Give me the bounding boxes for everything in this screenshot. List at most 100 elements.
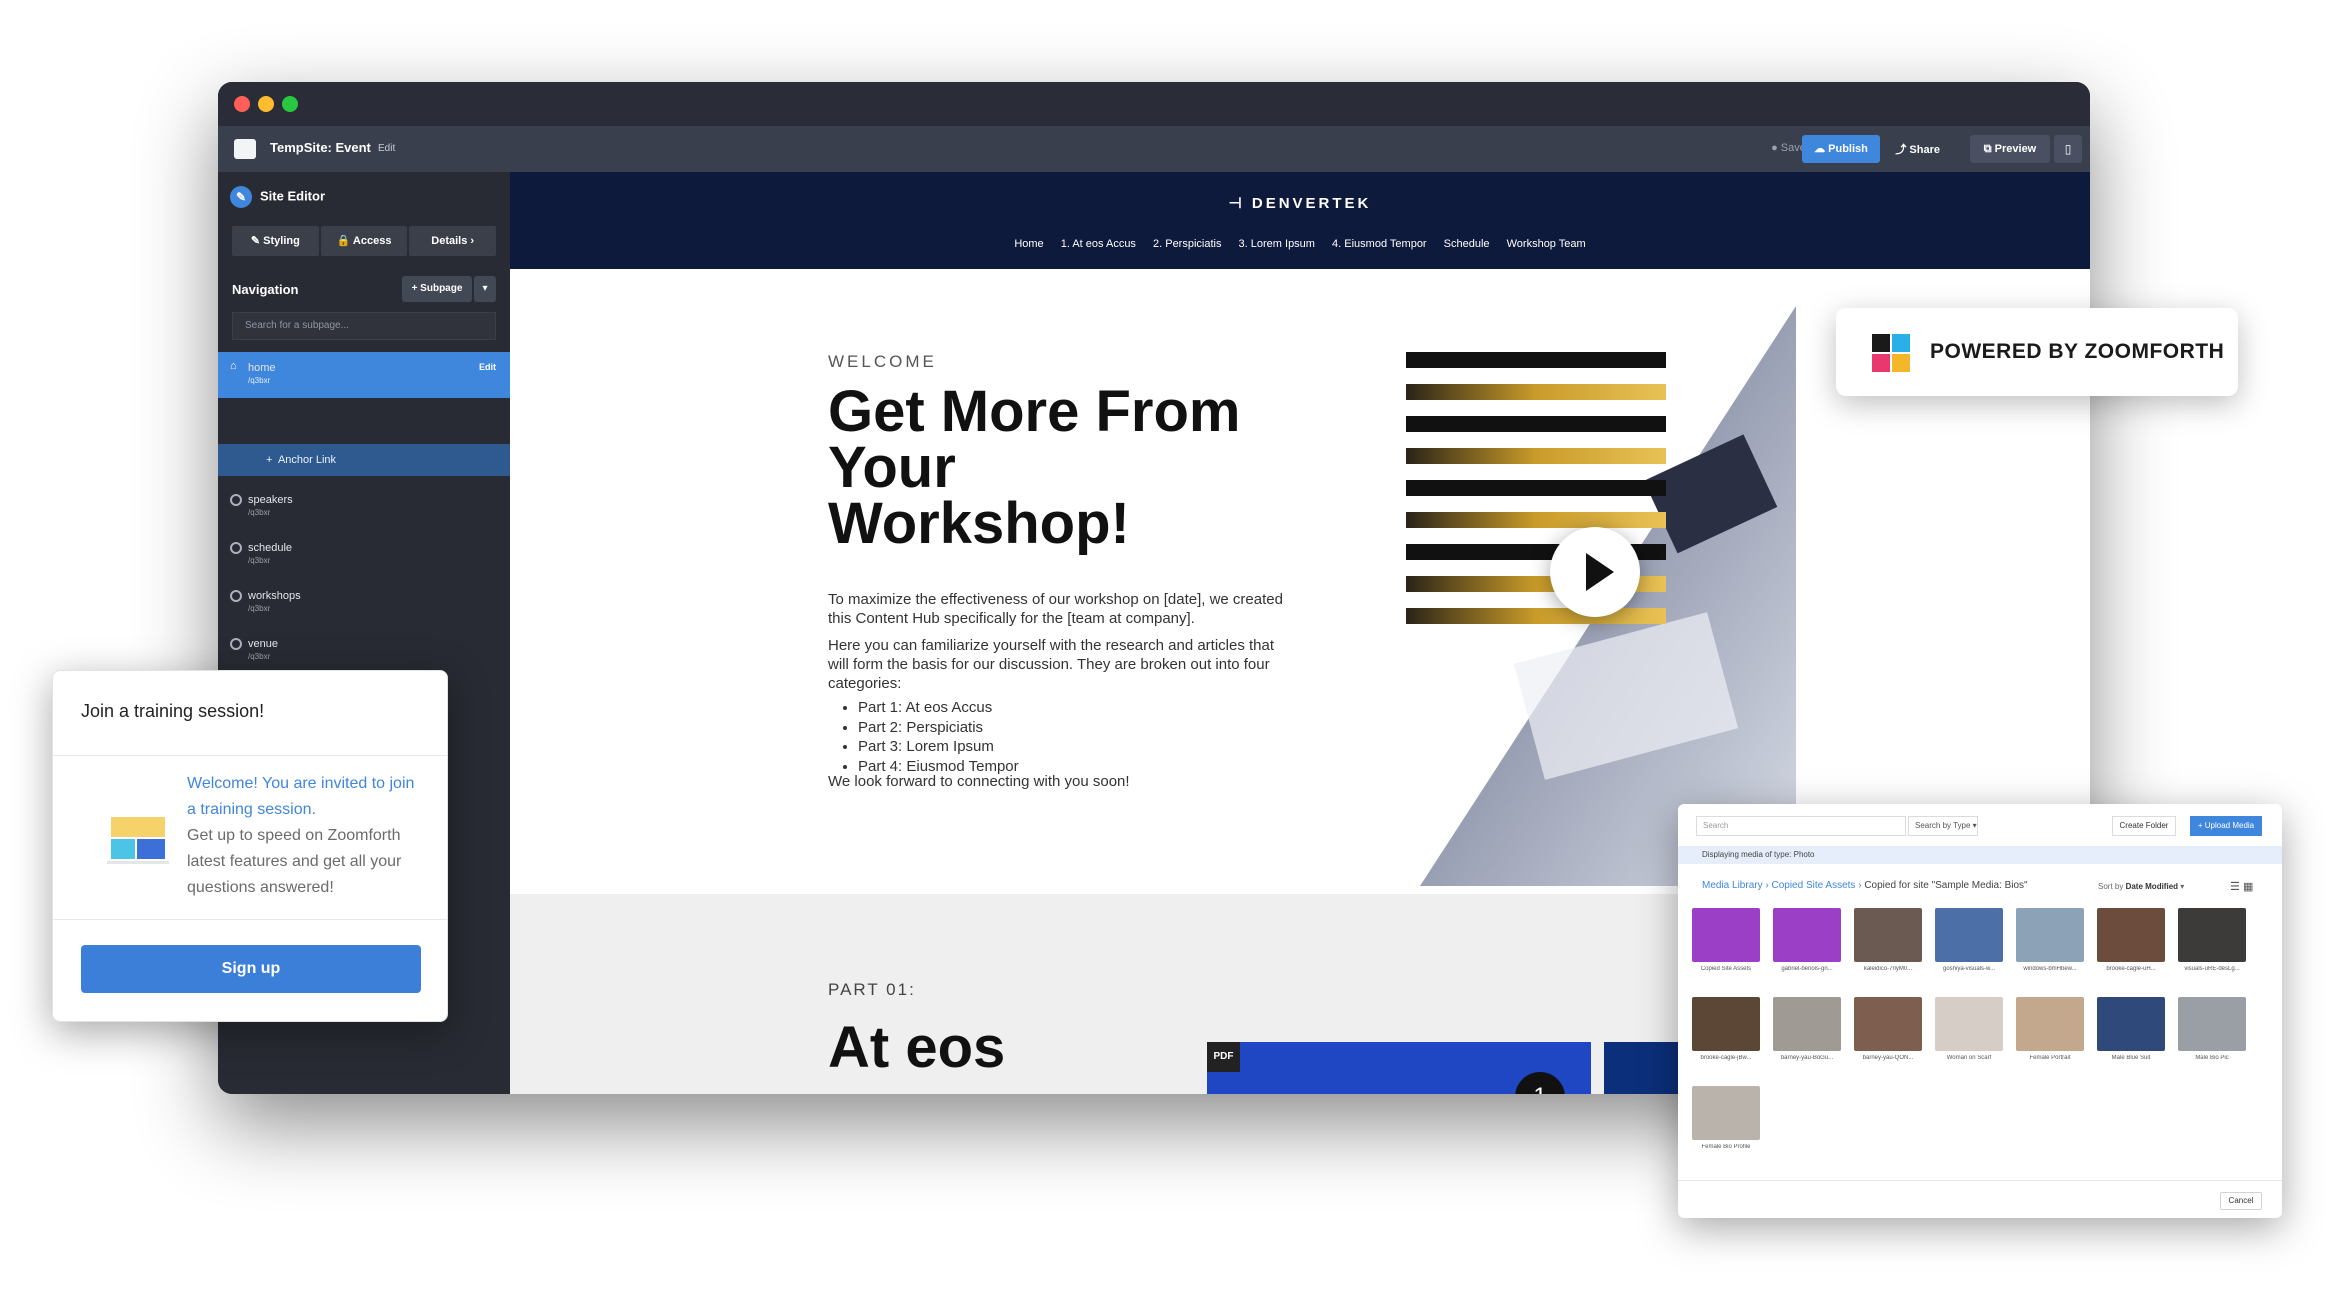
tab-access[interactable]: 🔒 Access (320, 226, 408, 256)
preview-button[interactable]: ⧉ Preview (1970, 135, 2050, 163)
media-caption: Woman on Scarf (1946, 1055, 1992, 1061)
menu-part2[interactable]: 2. Perspiciatis (1153, 238, 1221, 250)
site-brand[interactable]: ⊣ DENVERTEK (510, 194, 2090, 212)
share-button[interactable]: ⤴ Share (1895, 141, 1940, 157)
publish-label: Publish (1828, 143, 1868, 155)
navigation-heading: Navigation (232, 282, 299, 297)
media-tile[interactable]: barney-yau-BoGu... (1773, 997, 1841, 1061)
preview-label: Preview (1994, 143, 2037, 155)
view-toggle[interactable]: ☰ ▦ (2230, 880, 2253, 893)
publish-button[interactable]: ☁ Publish (1802, 135, 1880, 163)
sidebar-item-home[interactable]: ⌂ home /q3bxr Edit (218, 352, 510, 398)
media-caption: Male Bio Pic (2195, 1055, 2229, 1061)
sidebar-item-path: /q3bxr (248, 556, 271, 565)
media-thumbnail (1692, 1086, 1760, 1140)
part-eyebrow: PART 01: (828, 980, 916, 999)
sidebar-item-label: workshops (248, 590, 301, 602)
media-caption: goshiya-visuals-w... (1942, 966, 1996, 972)
sign-up-button[interactable]: Sign up (81, 945, 421, 993)
subpage-search-input[interactable]: Search for a subpage... (232, 312, 496, 340)
media-tile[interactable]: brooke-cagle-uH... (2097, 908, 2165, 972)
pdf-resource-card[interactable]: PDF 1 (1207, 1042, 1591, 1094)
media-caption: kaleidico-7rlyM0... (1863, 966, 1913, 972)
sidebar-item-speakers[interactable]: speakers/q3bxr (218, 484, 510, 530)
media-thumbnail (2097, 997, 2165, 1051)
tab-styling-label: Styling (263, 235, 300, 247)
folder-icon (1692, 908, 1760, 962)
edit-title-link[interactable]: Edit (378, 143, 395, 154)
sort-by-select[interactable]: Sort by Date Modified ▾ (2098, 882, 2184, 891)
sidebar-item-schedule[interactable]: schedule/q3bxr (218, 532, 510, 578)
menu-part3[interactable]: 3. Lorem Ipsum (1239, 238, 1315, 250)
minimize-window-icon[interactable] (258, 96, 274, 112)
cancel-button[interactable]: Cancel (2220, 1192, 2262, 1210)
media-tile[interactable]: goshiya-visuals-w... (1935, 908, 2003, 972)
list-view-icon[interactable]: ☰ (2230, 881, 2240, 893)
sidebar-item-venue[interactable]: venue/q3bxr (218, 628, 510, 674)
type-filter-select[interactable]: Search by Type ▾ (1908, 816, 1978, 836)
page-icon (230, 590, 242, 602)
media-thumbnail (1692, 997, 1760, 1051)
intro-paragraph: To maximize the effectiveness of our wor… (828, 591, 1283, 627)
media-thumbnail (2178, 908, 2246, 962)
tab-styling[interactable]: ✎ Styling (232, 226, 319, 256)
anchor-link-label: Anchor Link (277, 454, 337, 466)
media-caption: barney-yau-QON... (1862, 1055, 1914, 1061)
media-tile[interactable]: gabriel-benois-gn... (1773, 908, 1841, 972)
upload-media-button[interactable]: + Upload Media (2190, 816, 2262, 836)
add-subpage-button[interactable]: + Subpage (402, 276, 472, 302)
sidebar-item-workshops[interactable]: workshops/q3bxr (218, 580, 510, 626)
list-item: Part 2: Perspiciatis (858, 718, 1019, 738)
media-tile[interactable]: Woman on Scarf (1935, 997, 2003, 1061)
crumb-media-library[interactable]: Media Library (1702, 880, 1763, 891)
media-thumbnail (1773, 997, 1841, 1051)
media-tile[interactable]: visuals-uRE-desLg... (2178, 908, 2246, 972)
sort-by-value: Date Modified (2125, 882, 2179, 891)
edit-page-link[interactable]: Edit (479, 362, 496, 372)
tab-details[interactable]: Details › (409, 226, 497, 256)
sidebar-item-path: /q3bxr (248, 604, 271, 613)
menu-schedule[interactable]: Schedule (1444, 238, 1490, 250)
training-popup: Join a training session! Welcome! You ar… (52, 670, 448, 1022)
media-tile[interactable]: Female Portrait (2016, 997, 2084, 1061)
media-caption: brooke-cagle-jBw... (1700, 1055, 1752, 1061)
sidebar-item-label: venue (248, 638, 278, 650)
list-item: Part 1: At eos Accus (858, 698, 1019, 718)
crumb-copied-assets[interactable]: Copied Site Assets (1771, 880, 1855, 891)
sidebar-item-label: schedule (248, 542, 293, 554)
media-tile[interactable]: windows-bmHbew... (2016, 908, 2084, 972)
media-tile[interactable]: Male Bio Pic (2178, 997, 2246, 1061)
media-thumbnail (2097, 908, 2165, 962)
menu-part1[interactable]: 1. At eos Accus (1061, 238, 1136, 250)
menu-workshop-team[interactable]: Workshop Team (1507, 238, 1586, 250)
media-tile[interactable]: Female Bio Profile (1692, 1086, 1760, 1150)
stripe (1406, 416, 1666, 432)
invite-link[interactable]: Welcome! You are invited to join a train… (187, 771, 427, 823)
media-tile[interactable]: brooke-cagle-jBw... (1692, 997, 1760, 1061)
create-folder-button[interactable]: Create Folder (2112, 816, 2176, 836)
maximize-window-icon[interactable] (282, 96, 298, 112)
welcome-eyebrow: WELCOME (828, 352, 937, 371)
close-window-icon[interactable] (234, 96, 250, 112)
media-thumbnail (1935, 997, 2003, 1051)
editor-toolbar: TempSite: Event Edit ● Saved ☁ Publish ⤴… (218, 126, 2090, 172)
grid-view-icon[interactable]: ▦ (2243, 881, 2253, 893)
tab-details-label: Details (431, 235, 468, 247)
stripe (1406, 384, 1666, 400)
media-tile[interactable]: barney-yau-QON... (1854, 997, 1922, 1061)
media-tile[interactable]: kaleidico-7rlyM0... (1854, 908, 1922, 972)
anchor-link-item[interactable]: + Anchor Link (218, 444, 510, 476)
media-caption: Male Blue Suit (2111, 1055, 2151, 1061)
mobile-preview-icon[interactable]: ▯ (2054, 135, 2082, 163)
sort-by-label: Sort by (2098, 882, 2124, 891)
media-tile[interactable]: Copied Site Assets (1692, 908, 1760, 972)
calendar-illustration-icon (107, 817, 169, 864)
sidebar-item-path: /q3bxr (248, 508, 271, 517)
media-tile[interactable]: Male Blue Suit (2097, 997, 2165, 1061)
media-search-input[interactable]: Search (1696, 816, 1906, 836)
closing-line: We look forward to connecting with you s… (828, 773, 1130, 790)
play-video-icon[interactable] (1550, 527, 1640, 617)
menu-part4[interactable]: 4. Eiusmod Tempor (1332, 238, 1427, 250)
subpage-dropdown-icon[interactable]: ▾ (474, 276, 496, 302)
menu-home[interactable]: Home (1014, 238, 1043, 250)
